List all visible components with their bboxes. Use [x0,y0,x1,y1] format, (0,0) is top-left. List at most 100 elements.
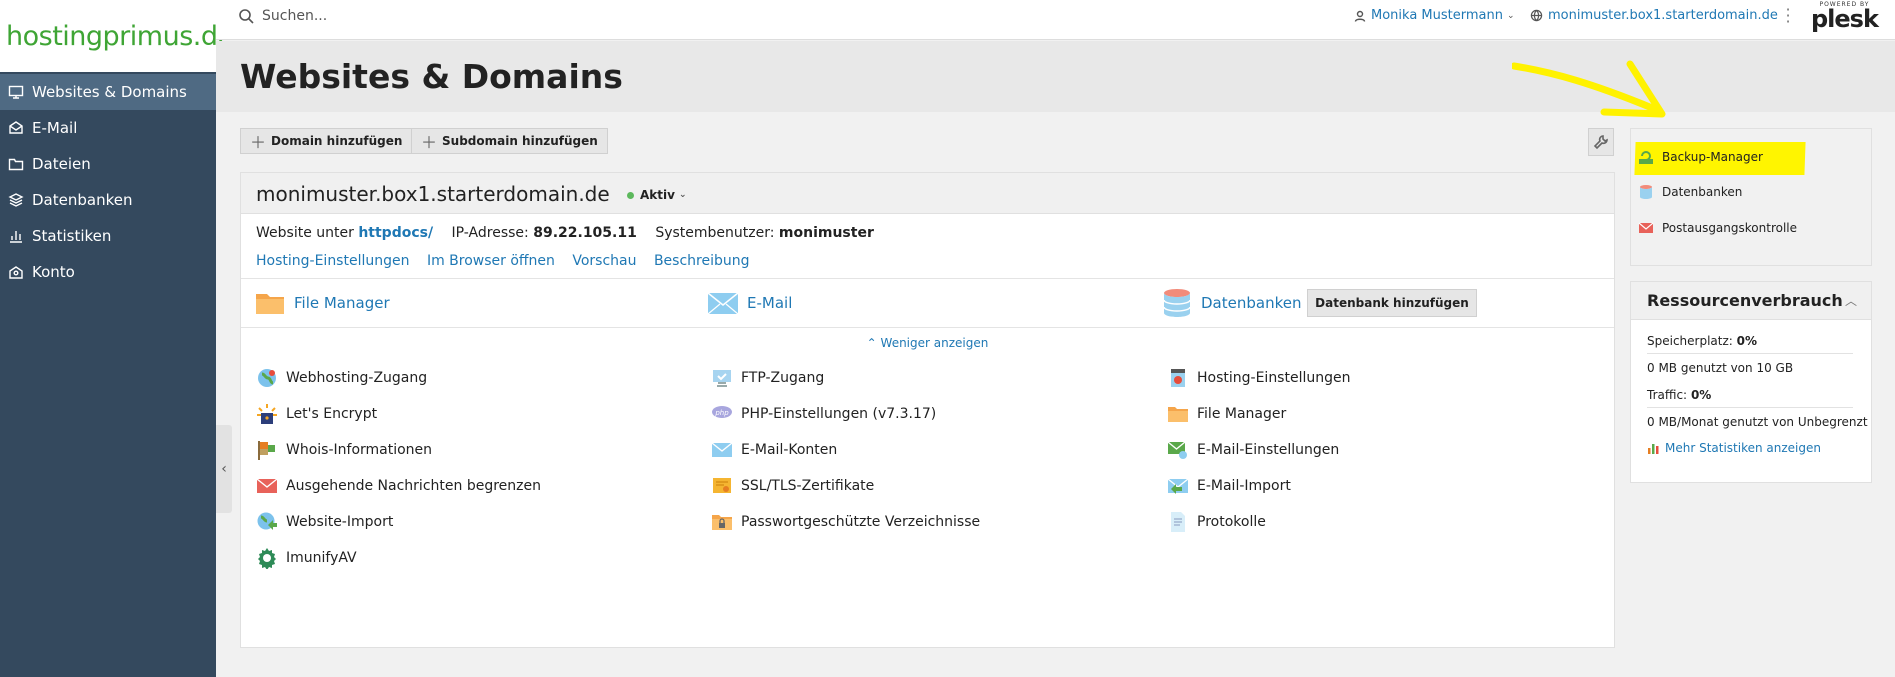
tool-label: Website-Import [286,514,394,530]
tool-ftp-access[interactable]: FTP-Zugang [711,367,824,389]
more-stats-link[interactable]: Mehr Statistiken anzeigen [1647,441,1821,455]
chevron-up-icon: ⌃ [866,336,877,350]
tool-whois[interactable]: Whois-Informationen [256,439,432,461]
more-options-icon[interactable]: · · · [1784,2,1792,30]
monitor-icon [8,84,24,100]
backup-manager-link[interactable]: Backup-Manager [1638,149,1763,165]
hosting-settings-link[interactable]: Hosting-Einstellungen [256,253,409,269]
tool-ssl-certificates[interactable]: SSL/TLS-Zertifikate [711,475,874,497]
sidebar-item-label: Dateien [32,155,91,173]
hosting-settings-icon [1171,369,1185,387]
whois-flag-icon [258,441,275,460]
show-less-toggle[interactable]: ⌃ Weniger anzeigen [241,336,1614,350]
sidebar-item-files[interactable]: Dateien [0,146,216,182]
tool-email-settings[interactable]: E-Mail-Einstellungen [1167,439,1339,461]
envelope-icon [711,442,733,457]
description-link[interactable]: Beschreibung [654,253,750,269]
domain-links: Hosting-Einstellungen Im Browser öffnen … [256,253,763,269]
account-icon [8,264,24,280]
search-input[interactable] [262,8,562,24]
search-box [238,8,562,24]
traffic-usage: Traffic: 0% [1647,388,1711,402]
chevron-up-icon: ︿ [1844,294,1857,308]
divider [1647,407,1853,408]
user-menu[interactable]: Monika Mustermann ⌄ [1354,8,1515,23]
divider [1647,353,1853,354]
domain-switcher[interactable]: monimuster.box1.starterdomain.de [1530,8,1778,23]
email-import-icon [1167,478,1189,494]
add-domain-button[interactable]: ＋ Domain hinzufügen [240,128,413,154]
tool-email-import[interactable]: E-Mail-Import [1167,475,1291,497]
sidebar-item-statistics[interactable]: Statistiken [0,218,216,254]
divider [241,278,1614,279]
topbar: Monika Mustermann ⌄ monimuster.box1.star… [216,0,1895,40]
add-database-button[interactable]: Datenbank hinzufügen [1307,289,1477,317]
file-manager-label: File Manager [294,294,390,312]
open-in-browser-link[interactable]: Im Browser öffnen [427,253,555,269]
domain-info: Website unter httpdocs/ IP-Adresse: 89.2… [256,225,874,241]
sidebar-collapse-button[interactable]: ‹ [216,425,232,513]
databases-app[interactable]: Datenbanken [1161,287,1301,319]
folder-icon [1168,407,1188,422]
tool-label: Hosting-Einstellungen [1197,370,1351,386]
resource-usage-panel: Ressourcenverbrauch ︿ Speicherplatz: 0% … [1630,281,1872,483]
sidebar-item-label: Datenbanken [32,191,133,209]
sidebar-item-email[interactable]: E-Mail [0,110,216,146]
plus-icon: ＋ [421,133,438,152]
tool-outgoing-limits[interactable]: Ausgehende Nachrichten begrenzen [256,475,541,497]
add-subdomain-button[interactable]: ＋ Subdomain hinzufügen [411,128,608,154]
settings-button[interactable] [1588,128,1614,156]
website-import-icon [257,512,277,530]
backup-icon [1639,151,1653,164]
outgoing-control-link[interactable]: Postausgangskontrolle [1638,220,1797,236]
logo-text: hostingprimus.de [6,20,234,52]
chevron-left-icon: ‹ [221,461,227,477]
logo[interactable]: hostingprimus.de [0,0,234,72]
tool-imunifyav[interactable]: ImunifyAV [256,547,357,569]
databases-link[interactable]: Datenbanken [1638,184,1742,200]
mail-icon [8,120,24,136]
sidebar-item-databases[interactable]: Datenbanken [0,182,216,218]
traffic-percent: 0% [1690,388,1712,402]
resource-usage-header[interactable]: Ressourcenverbrauch ︿ [1631,282,1871,320]
disk-detail: 0 MB genutzt von 10 GB [1647,361,1794,375]
tool-lets-encrypt[interactable]: Let's Encrypt [256,403,377,425]
domain-name: monimuster.box1.starterdomain.de [256,182,610,206]
tool-label: E-Mail-Konten [741,442,838,458]
tool-website-import[interactable]: Website-Import [256,511,393,533]
tool-label: Let's Encrypt [286,406,378,422]
chevron-down-icon: ⌄ [1506,10,1515,21]
status-dropdown[interactable]: Aktiv ⌄ [627,188,687,202]
databases-label: Datenbanken [1201,294,1302,312]
folder-icon [8,156,24,172]
sidebar-item-account[interactable]: Konto [0,254,216,290]
quick-links-panel: Backup-Manager Datenbanken Postausgangsk… [1630,128,1872,266]
file-manager-app[interactable]: File Manager [254,287,390,319]
status-dot-icon [627,191,634,199]
preview-link[interactable]: Vorschau [572,253,636,269]
certificate-icon [713,478,731,493]
backup-manager-label: Backup-Manager [1662,150,1763,164]
email-app[interactable]: E-Mail [707,287,792,319]
tool-php-settings[interactable]: php PHP-Einstellungen (v7.3.17) [711,403,936,425]
sysuser-value: monimuster [778,225,874,241]
folder-icon [256,294,284,314]
ip-value: 89.22.105.11 [533,225,637,241]
tool-protected-dirs[interactable]: Passwortgeschützte Verzeichnisse [711,511,980,533]
tool-webhosting-access[interactable]: Webhosting-Zugang [256,367,427,389]
chevron-down-icon: ⌄ [678,190,687,200]
outgoing-mail-icon [256,478,278,493]
sidebar-item-label: Websites & Domains [32,83,187,101]
tool-email-accounts[interactable]: E-Mail-Konten [711,439,837,461]
sidebar-item-websites-domains[interactable]: Websites & Domains [0,74,216,110]
tool-hosting-settings[interactable]: Hosting-Einstellungen [1167,367,1350,389]
tool-logs[interactable]: Protokolle [1167,511,1266,533]
website-path-link[interactable]: httpdocs/ [358,225,433,241]
sidebar-nav: Websites & Domains E-Mail Dateien Datenb… [0,74,216,290]
tool-file-manager[interactable]: File Manager [1167,403,1286,425]
disk-label: Speicherplatz: [1647,334,1733,348]
page-title: Websites & Domains [240,57,623,96]
tool-label: Protokolle [1197,514,1266,530]
tool-label: FTP-Zugang [741,370,825,386]
sidebar: hostingprimus.de Websites & Domains E-Ma… [0,0,234,677]
